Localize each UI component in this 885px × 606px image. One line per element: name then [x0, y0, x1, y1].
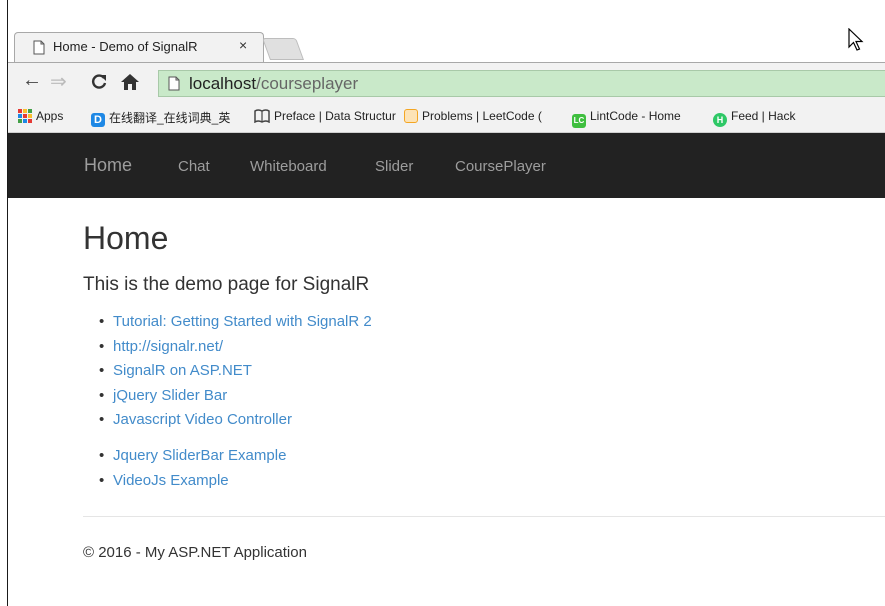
list-item-link[interactable]: Tutorial: Getting Started with SignalR 2	[99, 313, 372, 338]
address-bar[interactable]: localhost/courseplayer	[158, 70, 885, 97]
example-links-list: Jquery SliderBar Example VideoJs Example	[99, 447, 286, 497]
book-icon	[254, 109, 270, 124]
nav-link-chat[interactable]: Chat	[178, 158, 210, 175]
window-border	[0, 0, 8, 606]
page-title: Home	[83, 220, 169, 256]
apps-grid-icon	[18, 109, 32, 123]
bookmark-label: 在线翻译_在线词典_英	[109, 111, 231, 125]
bookmark-apps[interactable]: Apps	[18, 109, 63, 123]
reload-icon[interactable]	[90, 73, 108, 91]
footer-text: © 2016 - My ASP.NET Application	[83, 544, 307, 561]
bookmark-label: LintCode - Home	[590, 109, 681, 123]
hackerrank-icon: H	[713, 113, 727, 127]
url-host: localhost	[189, 74, 257, 93]
tab-strip: Home - Demo of SignalR ×	[8, 0, 885, 68]
list-item-link[interactable]: SignalR on ASP.NET	[99, 362, 372, 387]
reference-links-list: Tutorial: Getting Started with SignalR 2…	[99, 313, 372, 436]
bookmark-dictionary[interactable]: D 在线翻译_在线词典_英	[91, 109, 241, 127]
nav-link-courseplayer[interactable]: CoursePlayer	[455, 158, 546, 175]
bookmark-label: Problems | LeetCode (	[422, 109, 542, 123]
bookmark-label: Apps	[36, 109, 64, 123]
bookmark-lintcode[interactable]: LC LintCode - Home	[572, 109, 681, 128]
list-item-link[interactable]: http://signalr.net/	[99, 338, 372, 363]
browser-chrome: Home - Demo of SignalR × ← ⇒ localhost/c…	[8, 0, 885, 133]
leetcode-icon	[404, 109, 418, 123]
page-info-icon	[168, 76, 180, 91]
bookmark-hackerrank[interactable]: H Feed | Hack	[713, 109, 795, 127]
dict-d-icon: D	[91, 113, 105, 127]
list-item-link[interactable]: Javascript Video Controller	[99, 411, 372, 436]
nav-link-slider[interactable]: Slider	[375, 158, 413, 175]
new-tab-button[interactable]	[261, 38, 305, 60]
mouse-cursor-icon	[848, 28, 864, 51]
divider	[83, 516, 885, 517]
lintcode-icon: LC	[572, 114, 586, 128]
list-item-link[interactable]: VideoJs Example	[99, 472, 286, 497]
list-item-link[interactable]: Jquery SliderBar Example	[99, 447, 286, 472]
url-text: localhost/courseplayer	[189, 74, 358, 94]
bookmark-leetcode[interactable]: Problems | LeetCode (	[404, 109, 564, 123]
bookmark-label: Preface | Data Structur	[274, 109, 396, 123]
browser-toolbar: ← ⇒ localhost/courseplayer	[8, 62, 885, 102]
url-path: /courseplayer	[256, 74, 359, 93]
page-content: Home This is the demo page for SignalR T…	[8, 198, 885, 606]
page-icon	[33, 40, 45, 55]
page-lead: This is the demo page for SignalR	[83, 274, 370, 295]
back-arrow-icon[interactable]: ←	[22, 69, 42, 92]
site-navbar: Home Chat Whiteboard Slider CoursePlayer	[8, 133, 885, 198]
browser-tab[interactable]: Home - Demo of SignalR ×	[14, 32, 264, 62]
home-icon[interactable]	[120, 73, 140, 91]
nav-brand-home[interactable]: Home	[84, 155, 132, 176]
nav-link-whiteboard[interactable]: Whiteboard	[250, 158, 327, 175]
list-item-link[interactable]: jQuery Slider Bar	[99, 387, 372, 412]
forward-arrow-icon[interactable]: ⇒	[50, 69, 67, 94]
bookmark-preface[interactable]: Preface | Data Structur	[254, 109, 400, 124]
bookmarks-bar: Apps D 在线翻译_在线词典_英 Preface | Data Structu…	[8, 102, 885, 133]
close-tab-icon[interactable]: ×	[239, 37, 247, 53]
tab-title: Home - Demo of SignalR	[53, 39, 198, 54]
bookmark-label: Feed | Hack	[731, 109, 796, 123]
